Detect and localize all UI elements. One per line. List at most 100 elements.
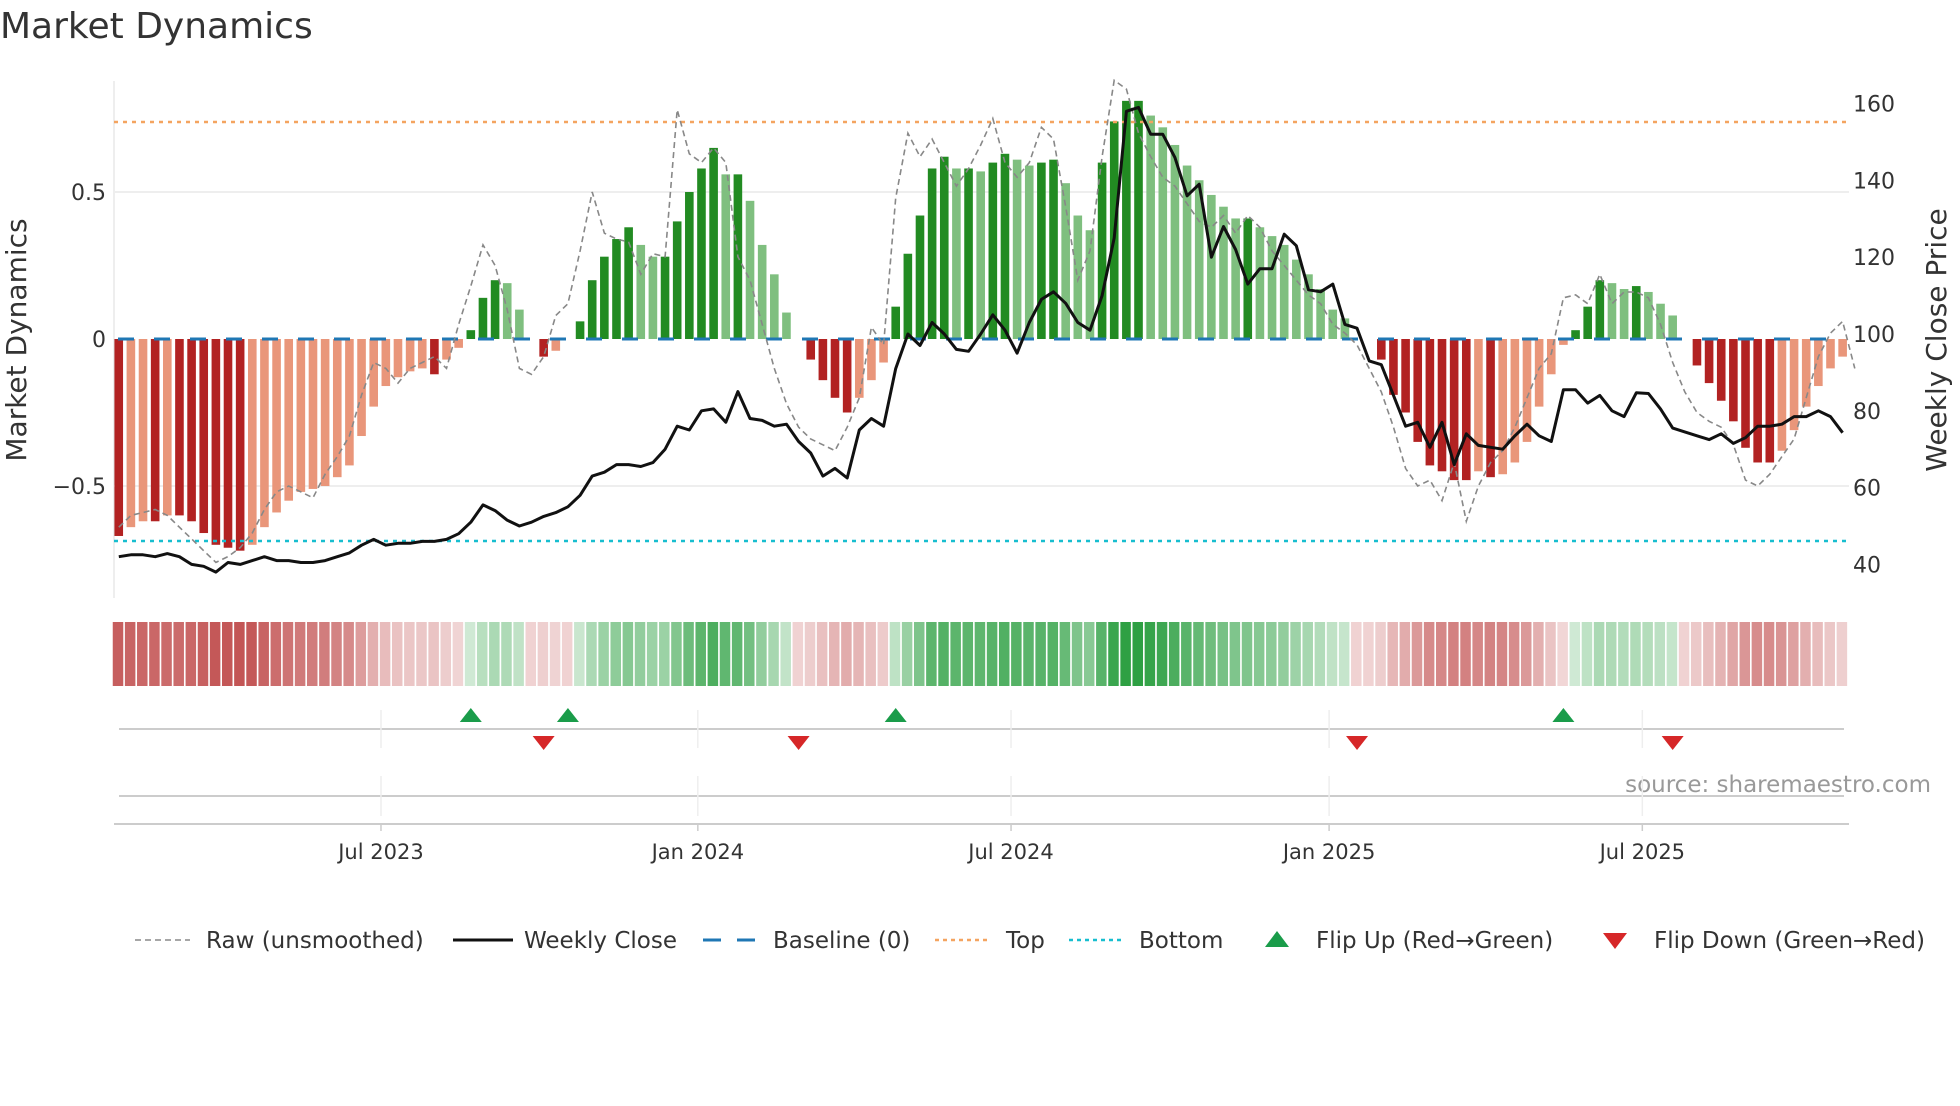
heat-cell: [1035, 622, 1046, 686]
heat-cell: [913, 622, 925, 686]
histogram-bar: [332, 339, 342, 478]
histogram-bar: [1474, 339, 1483, 472]
heat-cell: [1788, 622, 1799, 686]
heat-cell: [367, 622, 379, 686]
heat-cell: [1557, 622, 1568, 686]
heat-cell: [319, 622, 330, 686]
heat-cell: [1800, 622, 1811, 686]
heat-cell: [1047, 622, 1059, 686]
histogram-bar: [1729, 339, 1738, 422]
heat-cell: [1108, 622, 1119, 686]
histogram-bar: [1158, 127, 1168, 339]
heat-cell: [1727, 622, 1738, 686]
heat-cell: [1545, 622, 1556, 686]
histogram-bar: [490, 280, 500, 339]
heat-cell: [1618, 622, 1629, 686]
heat-cell: [865, 622, 876, 686]
heat-cell: [1096, 622, 1107, 686]
heat-cell: [901, 622, 913, 686]
heat-cell: [1569, 622, 1581, 686]
histogram-bar: [612, 239, 621, 339]
histogram-bar: [721, 174, 731, 339]
heat-cell: [744, 622, 755, 686]
heat-cell: [707, 622, 719, 686]
heat-cell: [1023, 622, 1034, 686]
heat-cell: [1363, 622, 1374, 686]
heat-cell: [1496, 622, 1508, 686]
heat-cell: [1411, 622, 1423, 686]
heat-cell: [792, 622, 804, 686]
flip-down-marker: [1346, 736, 1369, 750]
heat-cell: [404, 622, 415, 686]
histogram-bar: [939, 156, 949, 339]
histogram-bar: [976, 171, 985, 339]
heat-cell: [622, 622, 634, 686]
heat-cell: [1217, 622, 1228, 686]
heat-cell: [112, 622, 124, 686]
heat-cell: [222, 622, 233, 686]
y-tick-right: 100: [1853, 323, 1895, 348]
heat-cell: [671, 622, 682, 686]
histogram-bar: [952, 168, 961, 339]
heat-cell: [841, 622, 852, 686]
heat-cell: [1666, 622, 1678, 686]
x-tick-label: Jul 2023: [336, 840, 423, 864]
heat-cell: [513, 622, 524, 686]
histogram-bar: [260, 339, 269, 528]
heat-cell: [1715, 622, 1726, 686]
histogram-bar: [1012, 159, 1022, 339]
heat-cell: [173, 622, 184, 686]
histogram-bar: [1316, 289, 1325, 339]
heat-cell: [731, 622, 743, 686]
heat-cell: [683, 622, 694, 686]
histogram-bar: [1546, 339, 1556, 375]
heat-cell: [1824, 622, 1835, 686]
legend: Raw (unsmoothed) Weekly Close Baseline (0)…: [135, 928, 1925, 954]
heat-cell: [1423, 622, 1435, 686]
histogram-bar: [1231, 218, 1240, 339]
histogram-bar: [818, 339, 828, 381]
heat-cell: [804, 622, 816, 686]
market-dynamics-chart: Market Dynamics Market Dynamics Weekly C…: [0, 6, 1953, 954]
histogram-bar: [175, 339, 184, 516]
heat-cell: [1278, 622, 1289, 686]
histogram-bar: [927, 168, 937, 339]
histogram-bar: [1716, 339, 1726, 401]
x-tick-label: Jul 2025: [1598, 840, 1685, 864]
histogram-bar: [1826, 339, 1835, 369]
heat-cell: [780, 622, 791, 686]
histogram-bar: [1024, 165, 1034, 339]
heat-cell: [829, 622, 840, 686]
heat-cell: [209, 622, 221, 686]
histogram-bar: [247, 339, 257, 545]
histogram-bar: [1279, 244, 1289, 339]
histogram-bar: [1838, 339, 1847, 357]
flip-up-marker: [1552, 708, 1575, 722]
legend-label: Baseline (0): [773, 928, 910, 954]
y-tick-right: 60: [1853, 477, 1881, 502]
heat-cell: [586, 622, 597, 686]
histogram-bar: [1704, 339, 1714, 384]
histogram-bar: [1534, 339, 1544, 407]
flip-up-marker: [884, 708, 907, 722]
raw-line: [118, 78, 1856, 564]
heat-cell: [1302, 622, 1313, 686]
heat-cell: [489, 622, 500, 686]
legend-label: Top: [1005, 928, 1045, 954]
histogram-bar: [187, 339, 196, 522]
histogram-bar: [1401, 339, 1410, 413]
histogram-bar: [636, 244, 646, 339]
heat-cell: [974, 622, 986, 686]
heat-cell: [306, 622, 318, 686]
heat-cell: [331, 622, 342, 686]
heat-cell: [950, 622, 961, 686]
heat-cell: [1751, 622, 1763, 686]
histogram-bar: [296, 339, 306, 492]
histogram-bar: [1328, 309, 1338, 339]
histogram-bar: [745, 200, 755, 339]
histogram-bar: [126, 339, 136, 528]
heat-cell: [634, 622, 646, 686]
heat-cell: [149, 622, 160, 686]
heat-cell: [501, 622, 512, 686]
heat-cell: [1387, 622, 1398, 686]
